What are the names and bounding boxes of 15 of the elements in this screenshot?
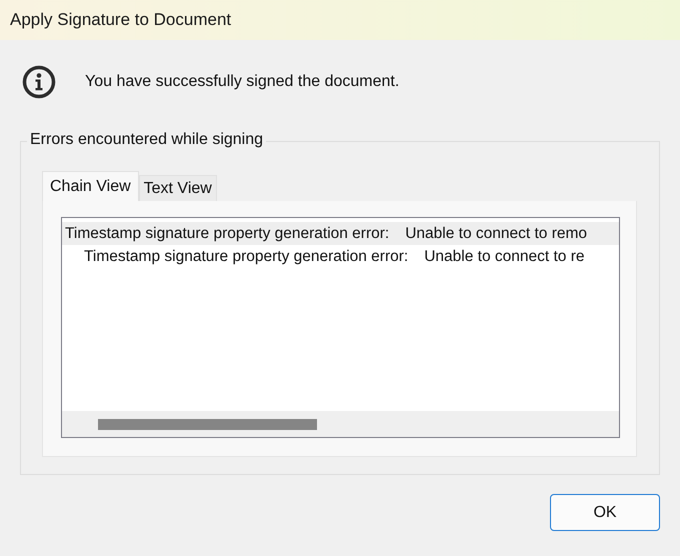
list-row[interactable]: Timestamp signature property generation error: Unable to connect to re xyxy=(62,245,619,268)
scrollbar-thumb[interactable] xyxy=(98,418,317,430)
tab[interactable]: Chain View xyxy=(42,171,139,201)
error-message: Unable to connect to remo xyxy=(405,224,588,242)
window-title: Apply Signature to Document xyxy=(0,0,680,40)
error-label: Timestamp signature property generation error: xyxy=(84,248,408,266)
list-row[interactable]: Timestamp signature property generation error: Unable to connect to remo xyxy=(62,222,619,245)
error-label: Timestamp signature property generation error: xyxy=(65,224,390,242)
tab[interactable]: Text View xyxy=(138,175,217,201)
scrollbar[interactable] xyxy=(62,411,619,437)
group-title: Errors encountered while signing xyxy=(27,131,266,149)
info-icon xyxy=(22,64,56,98)
message-text: You have successfully signed the document. xyxy=(85,72,400,90)
ok-button[interactable]: OK xyxy=(550,494,660,531)
error-message: Unable to connect to re xyxy=(424,248,584,266)
